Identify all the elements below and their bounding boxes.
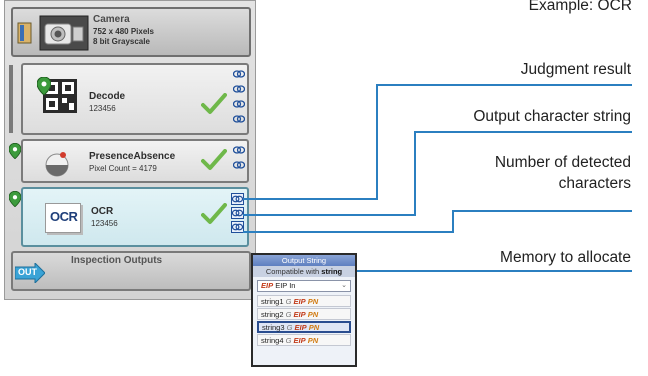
leader-line bbox=[243, 198, 378, 200]
compatible-prefix: Compatible with bbox=[265, 267, 320, 276]
ocr-icon-text: OCR bbox=[50, 209, 78, 224]
example-label: Example: OCR bbox=[528, 0, 632, 14]
link-icon[interactable] bbox=[233, 143, 245, 157]
camera-card[interactable]: Camera 752 x 480 Pixels 8 bit Grayscale bbox=[11, 7, 251, 57]
link-icon[interactable] bbox=[233, 67, 245, 81]
link-icon[interactable] bbox=[233, 158, 245, 172]
ocr-value: 123456 bbox=[91, 219, 118, 228]
g-tag-icon: G bbox=[285, 297, 292, 306]
presence-absence-tool-card[interactable]: PresenceAbsence Pixel Count = 4179 bbox=[9, 139, 249, 183]
string-row[interactable]: string2 G EIP PN bbox=[257, 308, 351, 320]
string-row-label: string3 bbox=[262, 323, 285, 332]
leader-line bbox=[376, 84, 378, 199]
pn-tag-icon: PN bbox=[308, 323, 320, 332]
string-row-selected[interactable]: string3 G EIP PN bbox=[257, 321, 351, 333]
out-icon-text: OUT bbox=[18, 267, 37, 277]
presence-value: Pixel Count = 4179 bbox=[89, 164, 157, 173]
ocr-tool-card[interactable]: OCR OCR 123456 bbox=[9, 187, 249, 247]
pn-tag-icon: PN bbox=[307, 310, 319, 319]
decode-value: 123456 bbox=[89, 104, 116, 113]
g-tag-icon: G bbox=[286, 323, 293, 332]
eip-tag-icon: EIP bbox=[293, 310, 306, 319]
eip-tag-icon: EIP bbox=[294, 323, 307, 332]
leader-line bbox=[243, 231, 454, 233]
ocr-title: OCR bbox=[91, 206, 114, 217]
g-tag-icon: G bbox=[285, 310, 292, 319]
decode-title: Decode bbox=[89, 91, 126, 102]
string-row[interactable]: string4 G EIP PN bbox=[257, 334, 351, 346]
leader-line bbox=[414, 131, 416, 215]
presence-title: PresenceAbsence bbox=[89, 151, 176, 162]
callout-memory: Memory to allocate bbox=[500, 249, 631, 266]
callout-detected-count-line1: Number of detected bbox=[494, 154, 631, 171]
link-icon[interactable] bbox=[233, 97, 245, 111]
leader-line bbox=[414, 131, 632, 133]
link-icon[interactable] bbox=[233, 112, 245, 126]
protocol-select-value: EIP In bbox=[275, 281, 296, 290]
string-row-label: string4 bbox=[261, 336, 284, 345]
leader-line bbox=[452, 210, 454, 232]
output-string-popup: Output String Compatible with string EIP… bbox=[251, 253, 357, 367]
ocr-tool-icon: OCR bbox=[45, 203, 81, 233]
decode-tool-card[interactable]: Decode 123456 bbox=[21, 63, 249, 135]
string-row[interactable]: string1 G EIP PN bbox=[257, 295, 351, 307]
decode-link-column bbox=[233, 67, 245, 126]
output-string-link-icon[interactable] bbox=[231, 207, 244, 219]
camera-book-icon bbox=[17, 22, 32, 44]
pass-check-icon bbox=[201, 93, 227, 114]
g-tag-icon: G bbox=[285, 336, 292, 345]
callout-detected-count-line2: characters bbox=[558, 175, 631, 192]
string-row-label: string2 bbox=[261, 310, 284, 319]
presence-sensor-icon bbox=[45, 152, 69, 177]
location-pin-icon bbox=[9, 143, 21, 159]
pn-tag-icon: PN bbox=[307, 336, 319, 345]
inspection-outputs-title: Inspection Outputs bbox=[71, 255, 163, 266]
chevron-down-icon: ⌄ bbox=[341, 282, 347, 289]
string-row-label: string1 bbox=[261, 297, 284, 306]
presence-link-column bbox=[233, 143, 245, 172]
leader-line bbox=[376, 84, 632, 86]
callout-output-string: Output character string bbox=[473, 108, 631, 125]
compatible-type: string bbox=[321, 267, 343, 276]
pn-tag-icon: PN bbox=[307, 297, 319, 306]
leader-line bbox=[357, 270, 632, 272]
eip-tag-icon: EIP bbox=[293, 336, 306, 345]
callout-judgment-result: Judgment result bbox=[520, 61, 631, 78]
camera-title: Camera bbox=[93, 14, 130, 25]
link-icon[interactable] bbox=[233, 82, 245, 96]
leader-line bbox=[452, 210, 632, 212]
pass-check-icon bbox=[201, 203, 227, 224]
popup-compatible: Compatible with string bbox=[253, 266, 355, 277]
inspection-panel: Camera 752 x 480 Pixels 8 bit Grayscale … bbox=[4, 0, 256, 300]
eip-tag-icon: EIP bbox=[261, 281, 274, 290]
camera-depth: 8 bit Grayscale bbox=[93, 37, 150, 46]
popup-header: Output String bbox=[253, 255, 355, 266]
location-pin-icon bbox=[37, 77, 51, 95]
eip-tag-icon: EIP bbox=[293, 297, 306, 306]
camera-resolution: 752 x 480 Pixels bbox=[93, 27, 154, 36]
out-arrow-icon: OUT bbox=[15, 263, 45, 283]
protocol-select[interactable]: EIP EIP In ⌄ bbox=[257, 280, 351, 292]
leader-line bbox=[243, 214, 416, 216]
tool-sidebar-strip bbox=[9, 65, 13, 133]
pass-check-icon bbox=[201, 149, 227, 170]
inspection-outputs-card[interactable]: OUT Inspection Outputs bbox=[11, 251, 251, 291]
camera-icon bbox=[39, 15, 89, 51]
location-pin-icon bbox=[9, 191, 21, 207]
